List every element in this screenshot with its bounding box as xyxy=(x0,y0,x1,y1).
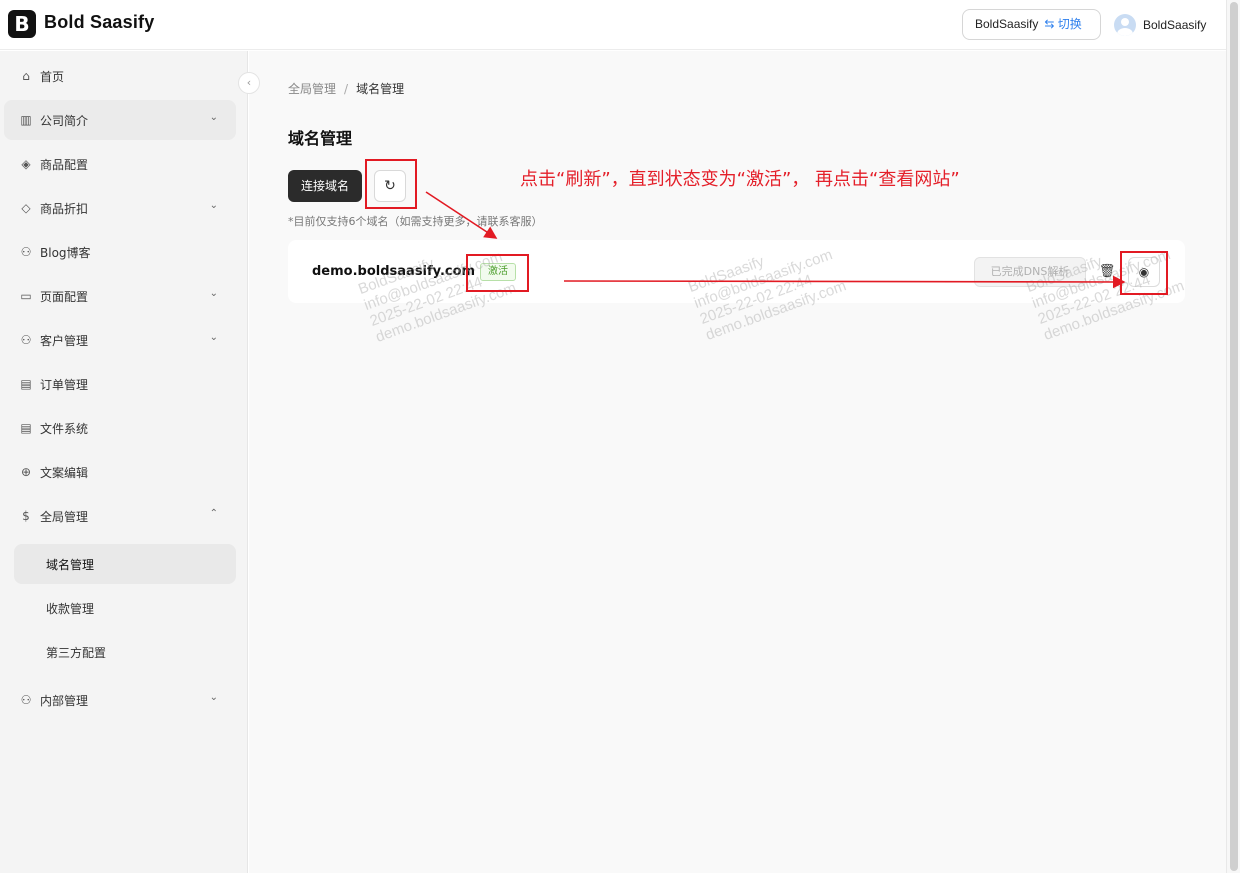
sidebar-item-label: 商品配置 xyxy=(40,158,89,172)
sidebar-item-pages[interactable]: ▭ 页面配置 ⌄ xyxy=(4,276,236,316)
sidebar-item-label: 公司简介 xyxy=(40,114,89,128)
sidebar-item-internal[interactable]: ⚇ 内部管理 ⌄ xyxy=(4,680,236,720)
dollar-icon: $ xyxy=(22,509,30,523)
chevron-down-icon: ⌄ xyxy=(209,692,218,703)
sidebar-subitem-payments[interactable]: 收款管理 xyxy=(14,588,236,628)
annotation-box-view xyxy=(1120,251,1168,295)
annotation-box-status xyxy=(466,254,529,292)
avatar[interactable] xyxy=(1114,14,1136,36)
person-icon: ⚇ xyxy=(20,693,32,707)
logo-icon: B xyxy=(8,10,36,38)
home-icon: ⌂ xyxy=(22,69,30,83)
sidebar-item-home[interactable]: ⌂ 首页 xyxy=(4,56,236,96)
store-switch-button[interactable]: BoldSaasify ⇆ 切换 xyxy=(962,9,1101,40)
sidebar-item-blog[interactable]: ⚇ Blog博客 xyxy=(4,232,236,272)
sidebar-item-label: 商品折扣 xyxy=(40,202,89,216)
sidebar-item-label: 首页 xyxy=(40,70,65,84)
sidebar-item-label: Blog博客 xyxy=(40,246,91,260)
connect-domain-button[interactable]: 连接域名 xyxy=(288,170,362,202)
document-icon: ▤ xyxy=(20,377,32,391)
sidebar-item-discounts[interactable]: ◇ 商品折扣 ⌄ xyxy=(4,188,236,228)
app-title: Bold Saasify xyxy=(44,12,155,32)
sidebar-item-label: 文件系统 xyxy=(40,422,89,436)
users-icon: ⚇ xyxy=(20,245,32,259)
breadcrumb-parent[interactable]: 全局管理 xyxy=(288,82,336,96)
monitor-icon: ▭ xyxy=(20,289,32,303)
user-name[interactable]: BoldSaasify xyxy=(1143,18,1206,32)
sidebar-item-copywriting[interactable]: ⊕ 文案编辑 xyxy=(4,452,236,492)
tag-icon: ◇ xyxy=(21,201,31,215)
sidebar-item-customers[interactable]: ⚇ 客户管理 ⌄ xyxy=(4,320,236,360)
domain-limit-hint: *目前仅支持6个域名（如需支持更多，请联系客服） xyxy=(288,215,543,228)
sidebar-item-label: 域名管理 xyxy=(46,558,95,572)
annotation-instruction: 点击“刷新”，直到状态变为“激活”， 再点击“查看网站” xyxy=(520,169,960,190)
breadcrumb-current: 域名管理 xyxy=(356,82,405,96)
chevron-down-icon: ⌄ xyxy=(209,332,218,343)
sidebar-item-label: 客户管理 xyxy=(40,334,89,348)
scrollbar-thumb[interactable] xyxy=(1230,2,1238,871)
page-title: 域名管理 xyxy=(288,129,353,148)
sidebar-item-label: 收款管理 xyxy=(46,602,95,616)
sidebar-item-company[interactable]: ▥ 公司简介 ⌄ xyxy=(4,100,236,140)
chevron-up-icon: ⌃ xyxy=(209,508,218,519)
building-icon: ▥ xyxy=(20,113,32,127)
sidebar-subitem-domains[interactable]: 域名管理 xyxy=(14,544,236,584)
switch-label: ⇆ 切换 xyxy=(1044,17,1082,31)
breadcrumb: 全局管理 / 域名管理 xyxy=(288,80,404,97)
collapse-sidebar-button[interactable]: ‹ xyxy=(238,72,260,94)
sidebar-item-files[interactable]: ▤ 文件系统 xyxy=(4,408,236,448)
users-icon: ⚇ xyxy=(20,333,32,347)
chevron-down-icon: ⌄ xyxy=(209,288,218,299)
sidebar-item-label: 文案编辑 xyxy=(40,466,89,480)
chevron-down-icon: ⌄ xyxy=(209,200,218,211)
file-icon: ▤ xyxy=(20,421,32,435)
globe-icon: ⊕ xyxy=(20,465,32,479)
sidebar-item-label: 页面配置 xyxy=(40,290,89,304)
top-header: B Bold Saasify BoldSaasify ⇆ 切换 BoldSaasi… xyxy=(0,0,1226,50)
sidebar-subitem-third-party[interactable]: 第三方配置 xyxy=(14,632,236,672)
sidebar-item-orders[interactable]: ▤ 订单管理 xyxy=(4,364,236,404)
annotation-box-refresh xyxy=(365,159,417,209)
sidebar-item-label: 第三方配置 xyxy=(46,646,107,660)
store-name: BoldSaasify xyxy=(975,17,1039,31)
sidebar-item-label: 订单管理 xyxy=(40,378,89,392)
sidebar-item-global[interactable]: $ 全局管理 ⌃ xyxy=(4,496,236,536)
sidebar-item-label: 全局管理 xyxy=(40,510,89,524)
page-scrollbar[interactable] xyxy=(1226,0,1240,873)
box-icon: ◈ xyxy=(21,157,31,171)
breadcrumb-separator: / xyxy=(344,82,349,96)
sidebar-item-label: 内部管理 xyxy=(40,694,89,708)
sidebar-item-products[interactable]: ◈ 商品配置 xyxy=(4,144,236,184)
chevron-down-icon: ⌄ xyxy=(209,112,218,123)
